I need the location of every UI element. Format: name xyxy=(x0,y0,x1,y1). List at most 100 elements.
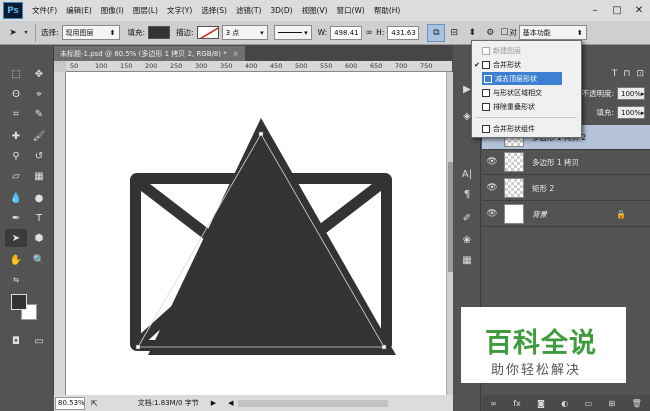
menu-item-subtract-front-shape[interactable]: 减去顶层形状 xyxy=(482,72,562,85)
path-arrangement-icon[interactable]: ⬍ xyxy=(463,24,481,42)
opacity-input[interactable]: 100% ▸ xyxy=(617,87,645,100)
vertical-ruler[interactable] xyxy=(54,72,66,395)
height-input[interactable]: 431.63 xyxy=(387,25,420,40)
subtract-front-shape-icon xyxy=(484,74,492,83)
close-icon[interactable]: ✕ xyxy=(628,0,650,21)
stroke-swatch[interactable] xyxy=(196,26,219,39)
select-dropdown[interactable]: 现用图层 ⬍ xyxy=(61,25,120,40)
quick-mask-icon[interactable]: ◘ xyxy=(5,332,27,350)
pen-tool-icon[interactable]: ✒ xyxy=(5,209,27,227)
blur-tool-icon[interactable]: 💧 xyxy=(5,189,27,207)
menu-edit[interactable]: 编辑(E) xyxy=(66,5,92,16)
layer-row[interactable]: 👁 背景 🔒 xyxy=(482,202,650,227)
ruler-tick: 750 xyxy=(420,62,433,70)
healing-brush-tool-icon[interactable]: ✚ xyxy=(5,127,27,145)
minimize-icon[interactable]: – xyxy=(584,0,606,21)
anchor-point[interactable] xyxy=(135,344,141,350)
clone-stamp-tool-icon[interactable]: ⚲ xyxy=(5,147,27,165)
menu-item-intersect-shapes[interactable]: 与形状区域相交 xyxy=(472,86,581,99)
adjustment-layer-icon[interactable]: ◐ xyxy=(561,399,568,408)
type-tool-icon[interactable]: T xyxy=(28,209,50,227)
export-icon[interactable]: ⇱ xyxy=(91,399,98,408)
menu-filter[interactable]: 滤镜(T) xyxy=(236,5,261,16)
screen-mode-icon[interactable]: ▭ xyxy=(28,332,50,350)
swap-colors-icon[interactable]: ⇆ xyxy=(5,271,27,289)
status-menu-arrow-icon[interactable]: ▶ xyxy=(211,399,216,407)
history-brush-tool-icon[interactable]: ↺ xyxy=(28,147,50,165)
vertical-scrollbar[interactable] xyxy=(446,72,453,395)
horizontal-ruler[interactable]: 50 100 150 200 250 300 350 400 450 500 5… xyxy=(66,61,452,72)
ruler-origin[interactable] xyxy=(54,61,66,72)
settings-gear-icon[interactable]: ⚙ xyxy=(481,24,499,42)
menu-select[interactable]: 选择(S) xyxy=(201,5,227,16)
fill-input[interactable]: 100% ▸ xyxy=(617,106,645,119)
layer-row[interactable]: 👁 多边形 1 拷贝 xyxy=(482,150,650,175)
layer-style-icon[interactable]: fx xyxy=(513,399,521,408)
dodge-tool-icon[interactable]: ● xyxy=(28,189,50,207)
new-layer-icon[interactable]: ⊞ xyxy=(609,399,616,408)
align-edges-checkbox[interactable]: ☐ xyxy=(499,24,509,42)
brush-tool-icon[interactable]: 🖌 xyxy=(28,127,50,145)
add-mask-icon[interactable]: ◙ xyxy=(537,399,545,408)
character-panel-icon[interactable]: A| xyxy=(457,165,477,183)
width-input[interactable]: 498.41 xyxy=(330,25,363,40)
hscroll-left-icon[interactable]: ◀ xyxy=(228,399,233,407)
marquee-tool-icon[interactable]: ⬚ xyxy=(5,65,27,83)
paragraph-panel-icon[interactable]: ¶ xyxy=(457,185,477,203)
path-select-tool-icon[interactable]: ➤ xyxy=(4,24,22,42)
stroke-width-field[interactable]: 3 点 ▾ xyxy=(221,25,268,40)
stroke-type-dropdown[interactable]: ▾ xyxy=(273,25,312,40)
menu-item-new-layer[interactable]: 新建图层 xyxy=(472,44,581,57)
link-icon[interactable]: ∞ xyxy=(362,24,376,42)
menu-help[interactable]: 帮助(H) xyxy=(374,5,401,16)
filter-shape-icon[interactable]: ⊓ xyxy=(623,69,630,79)
table-panel-icon[interactable]: ▦ xyxy=(457,251,477,269)
foreground-color-swatch[interactable] xyxy=(11,294,27,310)
menu-view[interactable]: 视图(V) xyxy=(302,5,328,16)
filter-smart-icon[interactable]: ⊡ xyxy=(636,69,644,79)
menu-image[interactable]: 图像(I) xyxy=(101,5,124,16)
menu-item-merge-components[interactable]: 合并形状组件 xyxy=(472,122,581,135)
horizontal-scrollbar[interactable] xyxy=(237,399,388,407)
eraser-tool-icon[interactable]: ▱ xyxy=(5,167,27,185)
layer-row[interactable]: 👁 矩形 2 xyxy=(482,176,650,201)
eyedropper-tool-icon[interactable]: ✎ xyxy=(28,105,50,123)
menu-window[interactable]: 窗口(W) xyxy=(337,5,365,16)
shape-tool-icon[interactable]: ⬢ xyxy=(28,229,50,247)
anchor-point[interactable] xyxy=(258,131,264,137)
new-group-icon[interactable]: ▭ xyxy=(585,399,593,408)
fill-swatch[interactable] xyxy=(148,26,171,39)
path-alignment-icon[interactable]: ⊟ xyxy=(445,24,463,42)
menu-item-combine-shapes[interactable]: ✔ 合并形状 xyxy=(472,58,581,71)
crop-tool-icon[interactable]: ⌗ xyxy=(5,105,27,123)
quick-select-tool-icon[interactable]: ⌖ xyxy=(28,85,50,103)
menu-layer[interactable]: 图层(L) xyxy=(133,5,158,16)
gradient-tool-icon[interactable]: ▦ xyxy=(28,167,50,185)
workspace-dropdown[interactable]: 基本功能 ⬍ xyxy=(518,25,587,40)
hand-tool-icon[interactable]: ✋ xyxy=(5,251,27,269)
visibility-eye-icon[interactable]: 👁 xyxy=(482,209,502,219)
menu-file[interactable]: 文件(F) xyxy=(32,5,57,16)
menu-type[interactable]: 文字(Y) xyxy=(167,5,192,16)
visibility-eye-icon[interactable]: 👁 xyxy=(482,183,502,193)
lasso-tool-icon[interactable]: ʘ xyxy=(5,85,27,103)
visibility-eye-icon[interactable]: 👁 xyxy=(482,157,502,167)
maximize-icon[interactable]: □ xyxy=(606,0,628,21)
tool-presets-icon[interactable]: ❀ xyxy=(457,231,477,249)
filter-type-icon[interactable]: T xyxy=(612,69,618,79)
link-layers-icon[interactable]: ∞ xyxy=(490,399,497,408)
menu-3d[interactable]: 3D(D) xyxy=(270,6,292,15)
menu-item-exclude-overlap[interactable]: 排除重叠形状 xyxy=(472,100,581,113)
path-selection-tool-icon[interactable]: ➤ xyxy=(5,229,27,247)
document-tab[interactable]: 未标题-1.psd @ 80.5% (多边形 1 拷贝 2, RGB/8) * … xyxy=(54,46,245,61)
zoom-tool-icon[interactable]: 🔍 xyxy=(28,251,50,269)
delete-layer-icon[interactable]: 🗑 xyxy=(632,399,642,408)
path-operations-icon[interactable]: ⧉ xyxy=(427,23,446,42)
tool-preset-chevron-icon[interactable]: ▾ xyxy=(22,24,30,42)
anchor-point[interactable] xyxy=(381,344,387,350)
zoom-level-field[interactable]: 80.53% xyxy=(55,396,85,410)
canvas-area[interactable] xyxy=(66,72,446,395)
document-canvas[interactable] xyxy=(66,72,446,395)
move-tool-icon[interactable]: ✥ xyxy=(28,65,50,83)
close-tab-icon[interactable]: × xyxy=(233,50,239,58)
